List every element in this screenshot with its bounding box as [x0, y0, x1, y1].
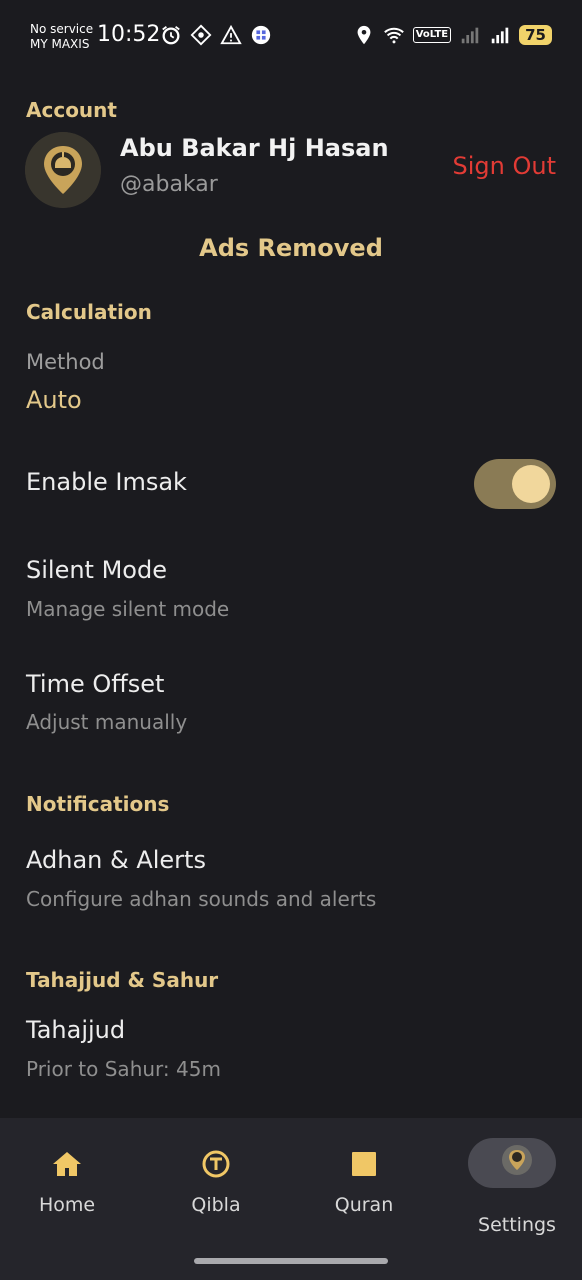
- time-offset-subtitle: Adjust manually: [26, 710, 188, 734]
- app-grid-icon: [251, 25, 271, 45]
- sign-out-button[interactable]: Sign Out: [453, 152, 557, 180]
- carrier-line-2: MY MAXIS: [30, 37, 90, 51]
- section-title-tahajjud: Tahajjud & Sahur: [26, 968, 219, 992]
- status-icons-left: [160, 24, 272, 46]
- warning-icon: [220, 24, 242, 45]
- status-icons-right: VoLTE 75: [353, 24, 552, 46]
- home-indicator[interactable]: [194, 1258, 388, 1264]
- quran-icon: [352, 1152, 376, 1176]
- status-bar: No service MY MAXIS 10:52 VoLTE 75: [0, 0, 582, 70]
- nav-item-settings[interactable]: Settings: [457, 1138, 577, 1236]
- location-icon: [357, 25, 371, 45]
- method-value[interactable]: Auto: [26, 386, 82, 414]
- nav-label-qibla: Qibla: [191, 1194, 241, 1216]
- volte-badge: VoLTE: [412, 27, 452, 43]
- nav-label-home: Home: [38, 1194, 96, 1216]
- wifi-icon: [383, 27, 404, 44]
- enable-imsak-toggle[interactable]: [474, 459, 556, 509]
- bottom-navigation: Home Qibla Quran Settings: [0, 1118, 582, 1280]
- silent-mode-subtitle: Manage silent mode: [26, 597, 230, 621]
- tahajjud-title[interactable]: Tahajjud: [26, 1016, 125, 1044]
- tahajjud-subtitle: Prior to Sahur: 45m: [26, 1057, 221, 1081]
- nav-item-qibla[interactable]: Qibla: [156, 1138, 276, 1216]
- nav-item-quran[interactable]: Quran: [304, 1138, 424, 1216]
- method-label: Method: [26, 350, 105, 374]
- section-title-calculation: Calculation: [26, 300, 152, 324]
- home-icon: [53, 1152, 81, 1176]
- time-offset-title[interactable]: Time Offset: [26, 670, 164, 698]
- enable-imsak-label: Enable Imsak: [26, 468, 187, 496]
- settings-screen: No service MY MAXIS 10:52 VoLTE 75 Accou…: [0, 0, 582, 1280]
- user-handle: @abakar: [120, 172, 218, 197]
- adhan-alerts-title[interactable]: Adhan & Alerts: [26, 846, 206, 874]
- toggle-knob: [512, 465, 550, 503]
- diamond-app-icon: [190, 24, 212, 46]
- carrier-line-1: No service: [30, 22, 94, 36]
- settings-mosque-icon: [502, 1145, 532, 1175]
- battery-indicator: 75: [519, 25, 552, 45]
- section-title-account: Account: [26, 98, 117, 122]
- section-title-notifications: Notifications: [26, 792, 170, 816]
- adhan-alerts-subtitle: Configure adhan sounds and alerts: [26, 887, 377, 911]
- signal-sim2-icon: [491, 27, 509, 44]
- nav-item-home[interactable]: Home: [7, 1138, 127, 1216]
- alarm-icon: [162, 26, 180, 45]
- nav-label-quran: Quran: [334, 1194, 394, 1216]
- status-time: 10:52: [97, 22, 161, 47]
- ads-removed-status: Ads Removed: [199, 234, 383, 262]
- user-name: Abu Bakar Hj Hasan: [120, 134, 389, 162]
- carrier-info: No service MY MAXIS: [30, 22, 93, 52]
- avatar[interactable]: [25, 132, 101, 208]
- qibla-icon: [202, 1150, 230, 1178]
- silent-mode-title[interactable]: Silent Mode: [26, 556, 167, 584]
- mosque-pin-icon: [25, 132, 101, 208]
- signal-sim1-icon: [461, 27, 479, 44]
- nav-label-settings: Settings: [478, 1214, 556, 1236]
